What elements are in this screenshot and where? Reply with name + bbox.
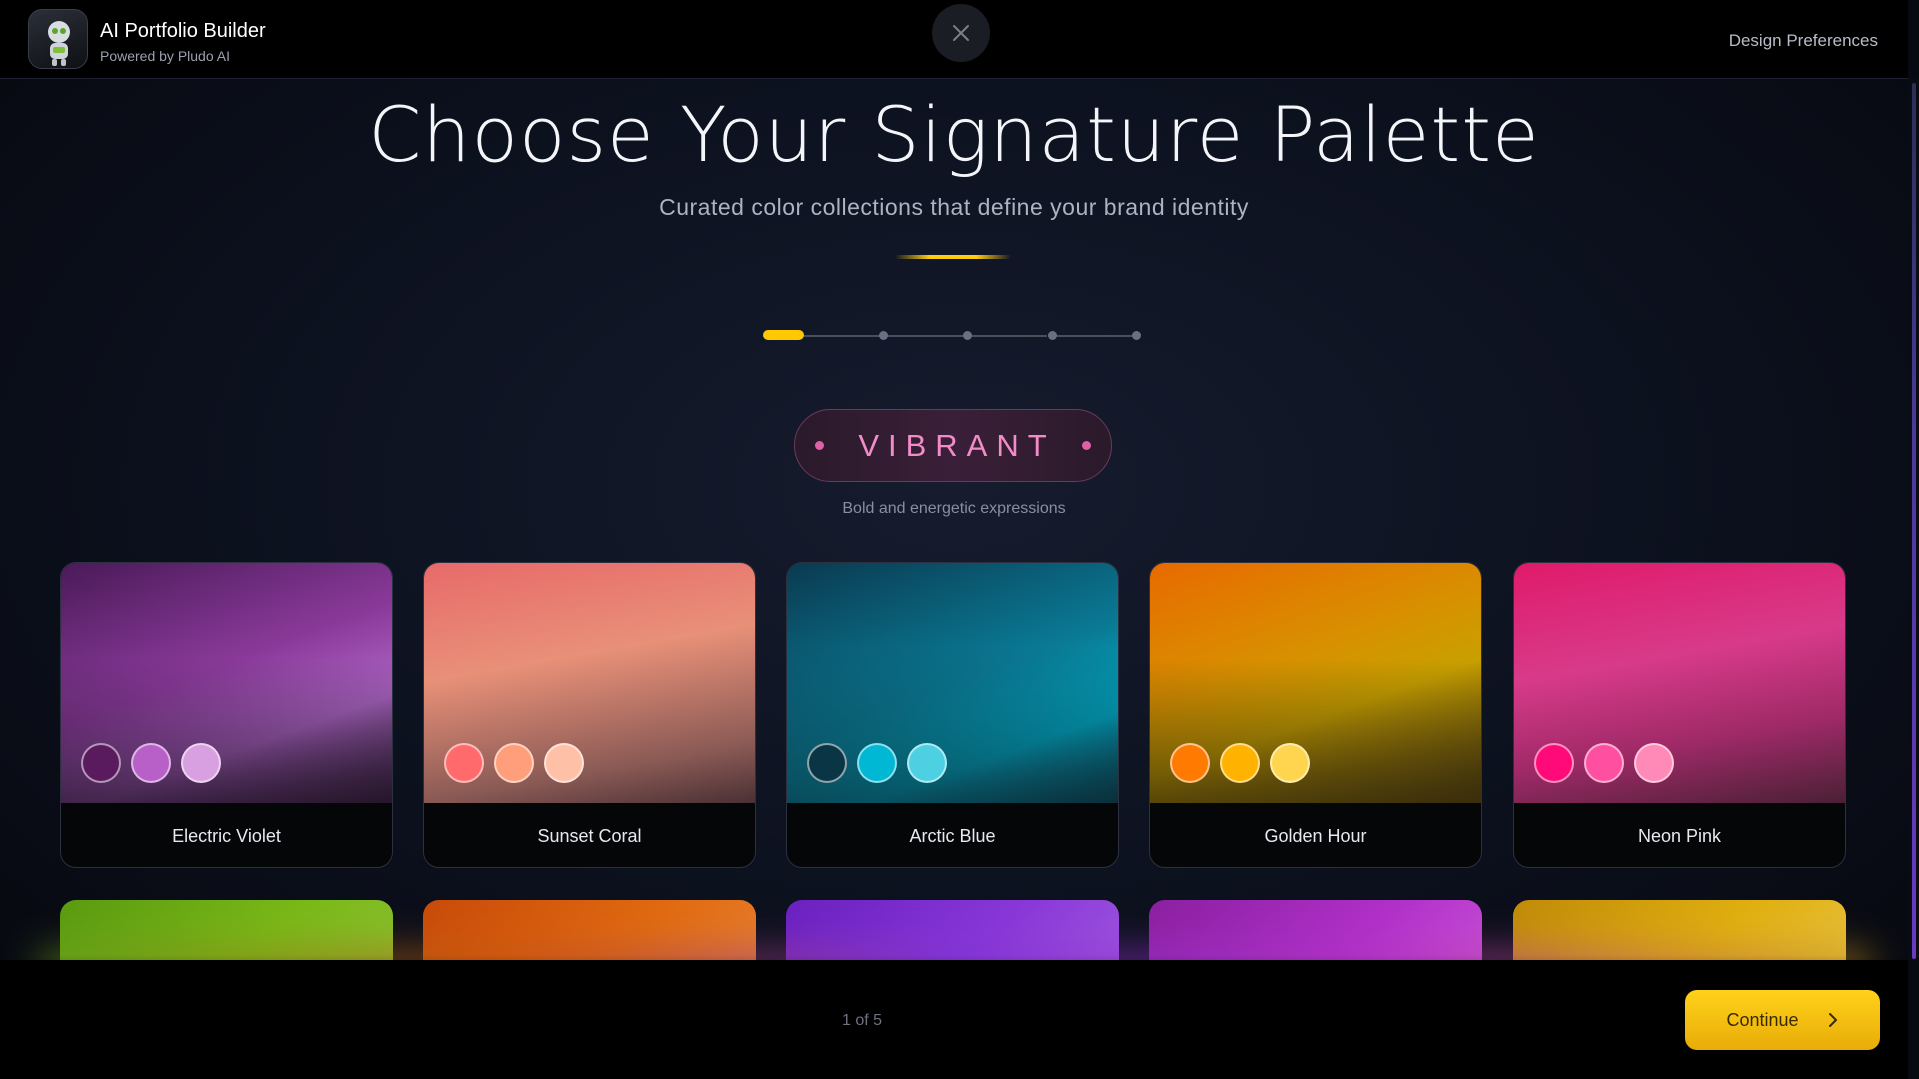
- page-title: Choose Your Signature Palette: [368, 90, 1540, 179]
- page-subtitle: Curated color collections that define yo…: [659, 194, 1249, 220]
- category-badge: VIBRANT: [794, 409, 1112, 482]
- swatch: [444, 743, 484, 783]
- app-logo: [28, 9, 88, 69]
- step-4[interactable]: [1048, 331, 1057, 340]
- palette-card-golden-hour[interactable]: Golden Hour: [1149, 562, 1482, 868]
- color-swatches: [444, 743, 584, 783]
- bottom-bar: [0, 960, 1908, 1079]
- swatch: [181, 743, 221, 783]
- swatch: [1270, 743, 1310, 783]
- progress-stepper: [763, 328, 1143, 342]
- swatch: [131, 743, 171, 783]
- swatch: [1634, 743, 1674, 783]
- swatch: [1584, 743, 1624, 783]
- badge-dot-right: [1081, 441, 1091, 450]
- color-swatches: [1170, 743, 1310, 783]
- robot-icon: [48, 21, 70, 66]
- continue-label: Continue: [1726, 1009, 1799, 1030]
- title-divider: [895, 255, 1011, 259]
- chevron-right-icon: [1828, 1013, 1837, 1027]
- palette-card-arctic-blue[interactable]: Arctic Blue: [786, 562, 1119, 868]
- palette-name: Electric Violet: [172, 825, 281, 846]
- palette-name: Sunset Coral: [537, 825, 642, 846]
- color-swatches: [1534, 743, 1674, 783]
- palette-card-sunset-coral[interactable]: Sunset Coral: [423, 562, 756, 868]
- palette-card-electric-violet[interactable]: Electric Violet: [60, 562, 393, 868]
- swatch: [1170, 743, 1210, 783]
- palette-card-neon-pink[interactable]: Neon Pink: [1513, 562, 1846, 868]
- step-2[interactable]: [879, 331, 888, 340]
- swatch: [81, 743, 121, 783]
- continue-button[interactable]: Continue: [1685, 990, 1880, 1050]
- close-button[interactable]: [932, 4, 990, 62]
- page-counter: 1 of 5: [842, 1012, 883, 1029]
- color-swatches: [81, 743, 221, 783]
- swatch: [1534, 743, 1574, 783]
- step-3[interactable]: [963, 331, 972, 340]
- app-subtitle: Powered by Pludo AI: [100, 48, 230, 64]
- step-5[interactable]: [1132, 331, 1141, 340]
- design-preferences-link[interactable]: Design Preferences: [1729, 31, 1878, 51]
- scrollbar-thumb[interactable]: [1912, 83, 1916, 959]
- swatch: [494, 743, 534, 783]
- category-description: Bold and energetic expressions: [842, 500, 1066, 517]
- palette-name: Neon Pink: [1637, 825, 1722, 846]
- swatch: [807, 743, 847, 783]
- category-name: VIBRANT: [858, 427, 1056, 463]
- palette-name: Golden Hour: [1264, 825, 1367, 846]
- swatch: [544, 743, 584, 783]
- step-1-active: [763, 330, 804, 340]
- swatch: [1220, 743, 1260, 783]
- palette-name: Arctic Blue: [909, 825, 996, 846]
- app-title: AI Portfolio Builder: [100, 20, 266, 42]
- color-swatches: [807, 743, 947, 783]
- swatch: [857, 743, 897, 783]
- top-header: AI Portfolio Builder Powered by Pludo AI…: [0, 0, 1908, 79]
- swatch: [907, 743, 947, 783]
- close-icon: [953, 25, 969, 41]
- badge-dot-left: [815, 441, 825, 450]
